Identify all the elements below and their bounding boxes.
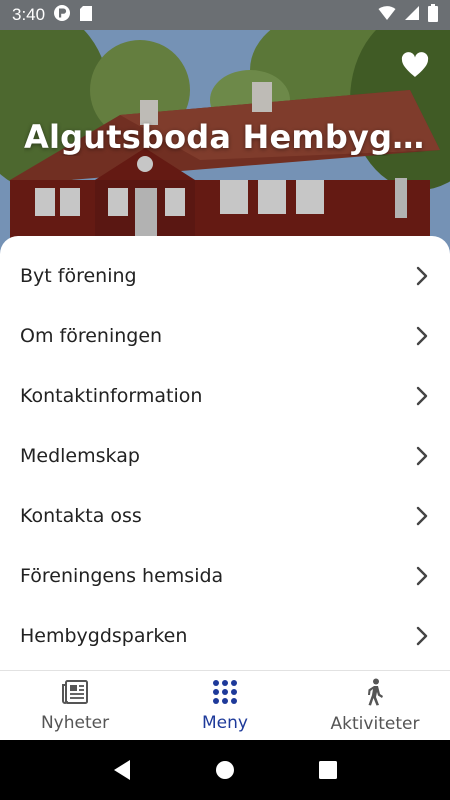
home-circle-icon xyxy=(215,761,234,779)
menu-item-label: Hembygdsparken xyxy=(20,625,188,647)
menu-item-hembygdsparken[interactable]: Hembygdsparken xyxy=(0,606,450,666)
menu-item-medlemskap[interactable]: Medlemskap xyxy=(0,426,450,486)
tab-label: Aktiviteter xyxy=(330,713,420,734)
menu-item-label: Föreningens hemsida xyxy=(20,565,224,587)
back-button[interactable] xyxy=(102,750,142,790)
menu-item-label: Kontakta oss xyxy=(20,505,142,527)
menu-item-label: Byt förening xyxy=(20,265,137,287)
menu-item-byt-forening[interactable]: Byt förening xyxy=(0,246,450,306)
menu-item-label: Om föreningen xyxy=(20,325,163,347)
menu-item-foreningens-hemsida[interactable]: Föreningens hemsida xyxy=(0,546,450,606)
sd-card-icon xyxy=(79,5,93,26)
chevron-right-icon xyxy=(416,506,428,526)
chevron-right-icon xyxy=(416,626,428,646)
grid-dots-icon xyxy=(212,679,238,709)
menu-item-label: Medlemskap xyxy=(20,445,140,467)
tab-nyheter[interactable]: Nyheter xyxy=(0,671,150,740)
chevron-right-icon xyxy=(416,446,428,466)
status-time: 3:40 xyxy=(12,5,46,24)
status-bar: 3:40 xyxy=(0,0,450,30)
newspaper-icon xyxy=(61,679,89,709)
menu-list: Byt förening Om föreningen Kontaktinform… xyxy=(0,236,450,670)
menu-item-kontaktinformation[interactable]: Kontaktinformation xyxy=(0,366,450,426)
tab-label: Nyheter xyxy=(40,712,110,733)
chevron-right-icon xyxy=(416,386,428,406)
cell-signal-icon xyxy=(404,5,420,25)
recents-square-icon xyxy=(319,761,338,779)
heart-icon xyxy=(401,52,429,77)
chevron-right-icon xyxy=(416,566,428,586)
app-notification-icon xyxy=(53,4,71,26)
system-navigation-bar xyxy=(0,740,450,800)
favorite-button[interactable] xyxy=(400,50,430,80)
page-title: Algutsboda Hembygd... xyxy=(24,118,434,156)
recents-button[interactable] xyxy=(308,750,348,790)
chevron-right-icon xyxy=(416,266,428,286)
back-triangle-icon xyxy=(113,760,130,780)
hero-header: Algutsboda Hembygd... xyxy=(0,30,450,260)
home-button[interactable] xyxy=(205,750,245,790)
walking-person-icon xyxy=(364,678,386,710)
battery-icon xyxy=(428,4,438,26)
menu-item-kontakta-oss[interactable]: Kontakta oss xyxy=(0,486,450,546)
tab-aktiviteter[interactable]: Aktiviteter xyxy=(300,671,450,740)
chevron-right-icon xyxy=(416,326,428,346)
menu-item-label: Kontaktinformation xyxy=(20,385,203,407)
tab-meny[interactable]: Meny xyxy=(150,671,300,740)
tab-label: Meny xyxy=(202,712,248,733)
bottom-navigation: Nyheter Meny Aktiviteter xyxy=(0,670,450,740)
menu-item-om-foreningen[interactable]: Om föreningen xyxy=(0,306,450,366)
wifi-icon xyxy=(378,5,396,25)
